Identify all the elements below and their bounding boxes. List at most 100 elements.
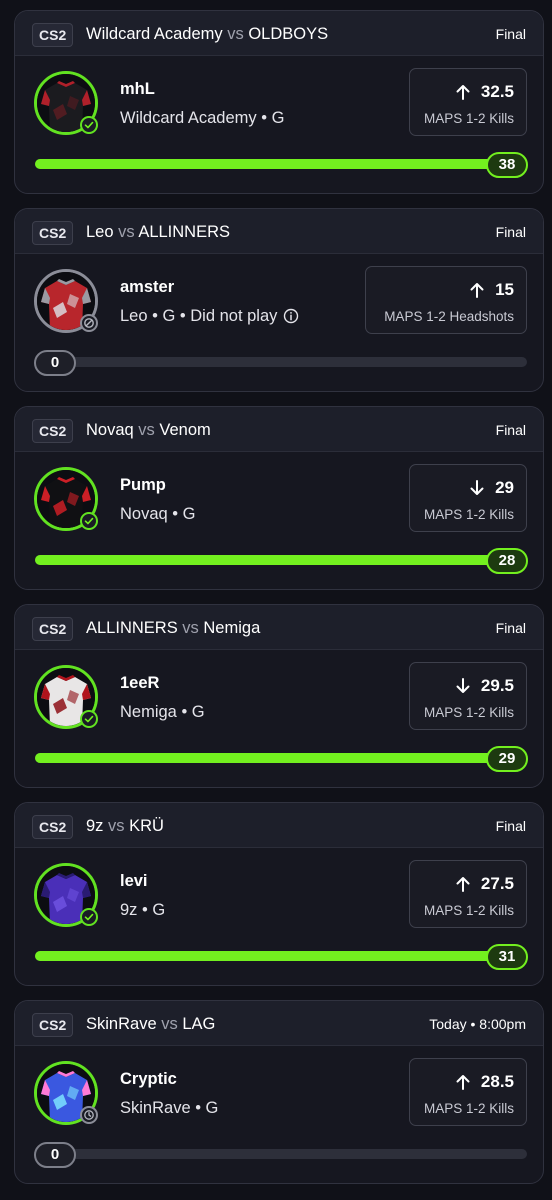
player-team-position: Nemiga • G — [120, 703, 205, 721]
check-icon — [80, 908, 98, 926]
prop-card[interactable]: CS2 9z vs KRÜ Final levi 9z • G 27.5 MAPS 1-2 … — [14, 802, 544, 986]
projection-box: 32.5 MAPS 1-2 Kills — [409, 68, 527, 136]
match-status: Final — [495, 26, 526, 42]
game-badge: CS2 — [32, 617, 74, 641]
team-2: ALLINNERS — [138, 223, 231, 241]
player-info: SkinRave • G — [120, 1097, 218, 1119]
projection-line: 28.5 — [455, 1071, 514, 1093]
player-name[interactable]: mhL — [120, 79, 155, 99]
prop-card[interactable]: CS2 SkinRave vs LAG Today • 8:00pm Cryptic S… — [14, 1000, 544, 1184]
matchup: ALLINNERS vs Nemiga — [86, 617, 260, 639]
projection-box: 29.5 MAPS 1-2 Kills — [409, 662, 527, 730]
progress-track — [35, 357, 527, 367]
stat-type: MAPS 1-2 Kills — [423, 705, 514, 720]
stat-type: MAPS 1-2 Kills — [423, 111, 514, 126]
match-header: CS2 SkinRave vs LAG Today • 8:00pm — [15, 1001, 543, 1046]
result-value: 28 — [486, 548, 528, 574]
stat-type: MAPS 1-2 Kills — [423, 903, 514, 918]
progress-fill — [35, 951, 527, 961]
projection-line: 15 — [469, 279, 514, 301]
team-2: Venom — [159, 421, 211, 439]
matchup: 9z vs KRÜ — [86, 815, 164, 837]
prop-card[interactable]: CS2 Leo vs ALLINNERS Final amster Leo • G • … — [14, 208, 544, 392]
team-2: Nemiga — [203, 619, 261, 637]
player-name[interactable]: amster — [120, 277, 174, 297]
line-value: 15 — [495, 280, 514, 299]
game-badge: CS2 — [32, 1013, 74, 1037]
projection-line: 29 — [469, 477, 514, 499]
result-value: 31 — [486, 944, 528, 970]
vs-label: vs — [118, 223, 135, 241]
player-team-position: Leo • G • Did not play — [120, 307, 278, 325]
progress-track — [35, 555, 527, 565]
player-name[interactable]: levi — [120, 871, 148, 891]
team-2: KRÜ — [129, 817, 164, 835]
vs-label: vs — [108, 817, 125, 835]
clock-icon — [80, 1106, 98, 1124]
matchup: Wildcard Academy vs OLDBOYS — [86, 23, 328, 45]
match-header: CS2 Wildcard Academy vs OLDBOYS Final — [15, 11, 543, 56]
result-value: 0 — [34, 350, 76, 376]
vs-label: vs — [138, 421, 155, 439]
team-1: Wildcard Academy — [86, 25, 223, 43]
team-2: OLDBOYS — [248, 25, 329, 43]
team-1: SkinRave — [86, 1015, 157, 1033]
team-1: Leo — [86, 223, 114, 241]
line-value: 27.5 — [480, 874, 514, 893]
game-badge: CS2 — [32, 221, 74, 245]
player-name[interactable]: Pump — [120, 475, 166, 495]
match-status: Final — [495, 422, 526, 438]
projection-line: 29.5 — [455, 675, 514, 697]
line-value: 29.5 — [480, 676, 514, 695]
match-header: CS2 ALLINNERS vs Nemiga Final — [15, 605, 543, 650]
match-status: Final — [495, 224, 526, 240]
line-value: 28.5 — [480, 1072, 514, 1091]
prop-card[interactable]: CS2 Wildcard Academy vs OLDBOYS Final mhL Wi… — [14, 10, 544, 194]
player-info: Wildcard Academy • G — [120, 107, 284, 129]
result-value: 29 — [486, 746, 528, 772]
team-2: LAG — [182, 1015, 216, 1033]
player-name[interactable]: 1eeR — [120, 673, 159, 693]
game-badge: CS2 — [32, 419, 74, 443]
arrow-down-icon — [455, 677, 471, 695]
vs-label: vs — [161, 1015, 178, 1033]
player-team-position: Novaq • G — [120, 505, 196, 523]
info-icon[interactable] — [283, 308, 299, 324]
stat-type: MAPS 1-2 Kills — [423, 507, 514, 522]
game-badge: CS2 — [32, 23, 74, 47]
matchup: Novaq vs Venom — [86, 419, 211, 441]
match-status: Final — [495, 620, 526, 636]
check-icon — [80, 512, 98, 530]
check-icon — [80, 116, 98, 134]
team-1: Novaq — [86, 421, 134, 439]
player-name[interactable]: Cryptic — [120, 1069, 177, 1089]
prop-card[interactable]: CS2 Novaq vs Venom Final Pump Novaq • G 29 MAP… — [14, 406, 544, 590]
matchup: Leo vs ALLINNERS — [86, 221, 230, 243]
player-info: Leo • G • Did not play — [120, 305, 299, 327]
prop-card[interactable]: CS2 ALLINNERS vs Nemiga Final 1eeR Nemiga • … — [14, 604, 544, 788]
team-1: ALLINNERS — [86, 619, 178, 637]
progress-track — [35, 159, 527, 169]
no-entry-icon — [80, 314, 98, 332]
player-info: Nemiga • G — [120, 701, 205, 723]
progress-track — [35, 753, 527, 763]
player-info: Novaq • G — [120, 503, 195, 525]
player-info: 9z • G — [120, 899, 165, 921]
projection-box: 27.5 MAPS 1-2 Kills — [409, 860, 527, 928]
result-value: 38 — [486, 152, 528, 178]
projection-box: 15 MAPS 1-2 Headshots — [365, 266, 527, 334]
matchup: SkinRave vs LAG — [86, 1013, 215, 1035]
stat-type: MAPS 1-2 Kills — [423, 1101, 514, 1116]
player-team-position: SkinRave • G — [120, 1099, 219, 1117]
match-header: CS2 Novaq vs Venom Final — [15, 407, 543, 452]
progress-fill — [35, 753, 527, 763]
arrow-up-icon — [469, 281, 485, 299]
progress-fill — [35, 555, 527, 565]
check-icon — [80, 710, 98, 728]
arrow-up-icon — [455, 875, 471, 893]
vs-label: vs — [227, 25, 244, 43]
match-status: Final — [495, 818, 526, 834]
player-team-position: Wildcard Academy • G — [120, 109, 285, 127]
match-header: CS2 9z vs KRÜ Final — [15, 803, 543, 848]
progress-fill — [35, 159, 527, 169]
